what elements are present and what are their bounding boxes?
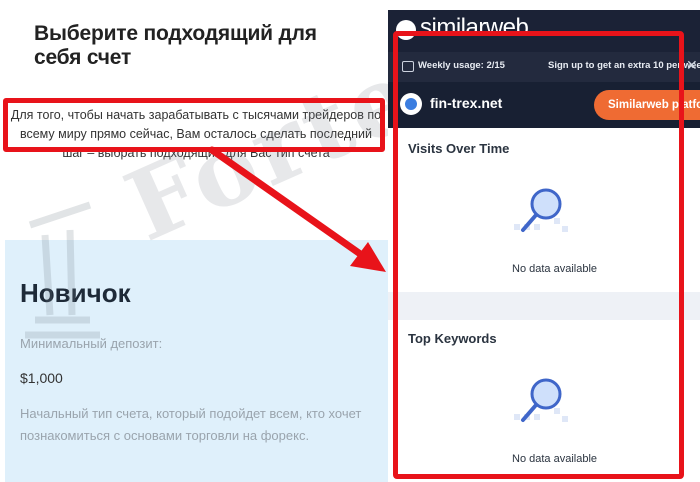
annotation-arrow-icon — [208, 146, 386, 272]
